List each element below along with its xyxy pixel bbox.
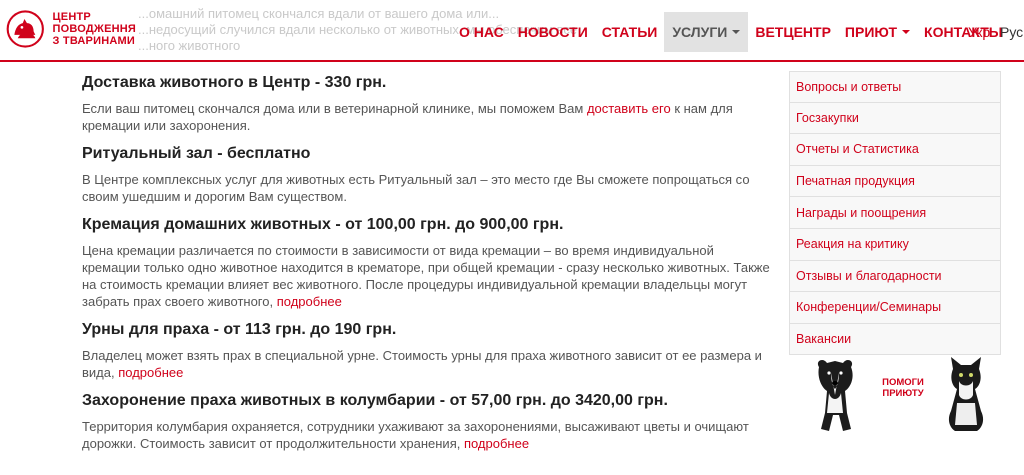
section-delivery: Доставка животного в Центр - 330 грн. Ес… xyxy=(82,72,772,134)
nav-label: О НАС xyxy=(459,24,504,40)
section-ritual-hall: Ритуальный зал - бесплатно В Центре комп… xyxy=(82,143,772,205)
more-link[interactable]: подробнее xyxy=(118,365,183,380)
section-urns: Урны для праха - от 113 грн. до 190 грн.… xyxy=(82,319,772,381)
logo-line: ПОВОДЖЕННЯ xyxy=(52,23,136,35)
site-logo[interactable]: ЦЕНТР ПОВОДЖЕННЯ З ТВАРИНАМИ xyxy=(6,6,136,52)
sidebar-item-reports[interactable]: Отчеты и Статистика xyxy=(789,134,1001,166)
more-link[interactable]: подробнее xyxy=(277,294,342,309)
sidebar-item-criticism[interactable]: Реакция на критику xyxy=(789,228,1001,261)
banner-line: ПРИЮТУ xyxy=(882,388,924,399)
nav-item-services[interactable]: УСЛУГИ xyxy=(664,12,749,52)
sidebar-menu: Вопросы и ответы Госзакупки Отчеты и Ста… xyxy=(789,71,1001,356)
nav-item-vetcenter[interactable]: ВЕТЦЕНТР xyxy=(748,12,838,52)
nav-label: ПРИЮТ xyxy=(844,24,898,40)
section-cremation: Кремация домашних животных - от 100,00 г… xyxy=(82,214,772,310)
deliver-link[interactable]: доставить его xyxy=(587,101,671,116)
nav-item-articles[interactable]: СТАТЬИ xyxy=(595,12,665,52)
main-content: Доставка животного в Центр - 330 грн. Ес… xyxy=(82,72,772,461)
banner-line: ПОМОГИ xyxy=(882,377,924,388)
text-span: Цена кремации различается по стоимости в… xyxy=(82,243,770,309)
sidebar-item-print[interactable]: Печатная продукция xyxy=(789,165,1001,198)
text-span: Если ваш питомец скончался дома или в ве… xyxy=(82,101,587,116)
sidebar-item-faq[interactable]: Вопросы и ответы xyxy=(789,71,1001,103)
section-title: Кремация домашних животных - от 100,00 г… xyxy=(82,216,564,233)
cat-image xyxy=(948,357,984,431)
logo-line: З ТВАРИНАМИ xyxy=(52,35,135,47)
section-text: Владелец может взять прах в специальной … xyxy=(82,347,772,381)
sidebar-item-vacancies[interactable]: Вакансии xyxy=(789,323,1001,356)
logo-text: ЦЕНТР ПОВОДЖЕННЯ З ТВАРИНАМИ xyxy=(53,11,136,47)
nav-item-news[interactable]: НОВОСТИ xyxy=(511,12,595,52)
site-header: ...омашний питомец скончался вдали от ва… xyxy=(0,0,1024,62)
text-span: Территория колумбария охраняется, сотруд… xyxy=(82,419,749,451)
nav-label: СТАТЬИ xyxy=(601,24,658,40)
caret-down-icon xyxy=(732,30,741,34)
lang-ukr-link[interactable]: Укр xyxy=(968,24,990,40)
section-text: В Центре комплексных услуг для животных … xyxy=(82,172,750,204)
section-title: Захоронение праха животных в колумбарии … xyxy=(82,392,668,409)
nav-item-about[interactable]: О НАС xyxy=(452,12,511,52)
sidebar-item-conferences[interactable]: Конференции/Семинары xyxy=(789,292,1001,324)
nav-label: КОНТАКТЫ xyxy=(924,24,1003,40)
more-link[interactable]: подробнее xyxy=(464,436,529,451)
section-title: Урны для праха - от 113 грн. до 190 грн. xyxy=(82,321,397,338)
help-shelter-banner[interactable]: ПОМОГИ ПРИЮТУ xyxy=(805,355,995,435)
text-span: Владелец может взять прах в специальной … xyxy=(82,348,762,380)
logo-line: ЦЕНТР xyxy=(52,11,91,23)
lang-rus-link[interactable]: Рус xyxy=(1000,24,1023,40)
dog-image xyxy=(817,360,853,431)
banner-text: ПОМОГИ ПРИЮТУ xyxy=(877,377,929,399)
sidebar-item-reviews[interactable]: Отзывы и благодарности xyxy=(789,260,1001,293)
nav-label: НОВОСТИ xyxy=(517,24,588,40)
sidebar-item-procurement[interactable]: Госзакупки xyxy=(789,102,1001,135)
nav-item-contacts[interactable]: КОНТАКТЫ xyxy=(917,12,1009,52)
section-title: Доставка животного в Центр - 330 грн. xyxy=(82,74,387,91)
logo-animals-icon xyxy=(6,10,44,48)
main-nav: О НАС НОВОСТИ СТАТЬИ УСЛУГИ ВЕТЦЕНТР ПРИ… xyxy=(452,12,1010,52)
nav-item-shelter[interactable]: ПРИЮТ xyxy=(838,12,917,52)
nav-label: УСЛУГИ xyxy=(672,24,728,40)
section-title: Ритуальный зал - бесплатно xyxy=(82,145,311,162)
section-text: Цена кремации различается по стоимости в… xyxy=(82,242,772,310)
sidebar-item-awards[interactable]: Награды и поощрения xyxy=(789,197,1001,229)
section-columbarium: Захоронение праха животных в колумбарии … xyxy=(82,390,772,452)
section-text: Если ваш питомец скончался дома или в ве… xyxy=(82,100,772,134)
caret-down-icon xyxy=(902,30,911,34)
section-text: Территория колумбария охраняется, сотруд… xyxy=(82,418,772,452)
nav-label: ВЕТЦЕНТР xyxy=(755,24,831,40)
